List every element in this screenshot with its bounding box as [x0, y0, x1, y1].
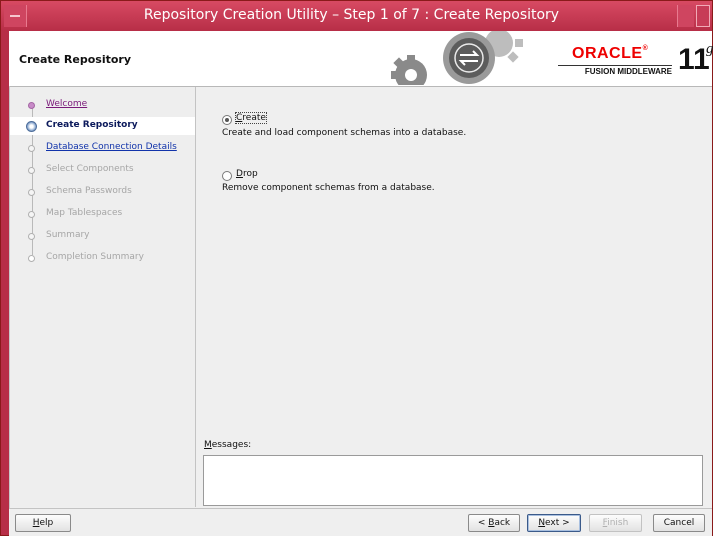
nav-step-summary: Summary [10, 227, 195, 245]
maximize-icon[interactable] [696, 5, 710, 27]
nav-step-label[interactable]: Database Connection Details [46, 142, 177, 152]
page-header: Create Repository ORACLE® FUSION MIDDLEW… [9, 31, 713, 87]
version-logo-suffix: g [706, 41, 713, 57]
step-current-icon [26, 121, 37, 132]
drop-radio[interactable] [222, 171, 232, 181]
window-menu-icon[interactable] [4, 5, 27, 27]
gears-graphic-icon [391, 31, 523, 85]
nav-step-label: Select Components [46, 164, 134, 174]
oracle-logo: ORACLE® [572, 45, 649, 62]
nav-step-schema-passwords: Schema Passwords [10, 183, 195, 201]
nav-step-label: Schema Passwords [46, 186, 132, 196]
version-logo: 11 [678, 43, 710, 76]
step-pending-icon [28, 211, 35, 218]
nav-step-welcome[interactable]: Welcome [10, 96, 195, 114]
window-left-border [1, 31, 9, 535]
installer-window: Repository Creation Utility – Step 1 of … [0, 0, 713, 536]
drop-option-label[interactable]: Drop [236, 169, 258, 179]
messages-label: Messages: [204, 440, 252, 450]
minimize-icon[interactable] [677, 5, 694, 27]
page-title: Create Repository [19, 53, 132, 66]
window-title: Repository Creation Utility – Step 1 of … [143, 7, 560, 23]
nav-step-completion-summary: Completion Summary [10, 249, 195, 267]
step-pending-icon [28, 189, 35, 196]
main-content: Create Create and load component schemas… [196, 87, 712, 507]
title-bar[interactable]: Repository Creation Utility – Step 1 of … [1, 1, 712, 31]
step-pending-icon [28, 233, 35, 240]
cancel-button[interactable]: Cancel [653, 514, 705, 532]
nav-step-database-connection[interactable]: Database Connection Details [10, 139, 195, 157]
nav-step-select-components: Select Components [10, 161, 195, 179]
step-pending-icon [28, 167, 35, 174]
nav-step-label[interactable]: Welcome [46, 99, 87, 109]
nav-step-label: Create Repository [46, 120, 138, 130]
nav-step-create-repository[interactable]: Create Repository [10, 117, 195, 135]
messages-area[interactable] [203, 455, 703, 506]
step-pending-icon [28, 145, 35, 152]
nav-step-label: Completion Summary [46, 252, 144, 262]
create-radio[interactable] [222, 115, 232, 125]
create-option-description: Create and load component schemas into a… [222, 128, 467, 138]
create-option-label[interactable]: Create [235, 112, 267, 124]
step-pending-icon [28, 255, 35, 262]
nav-step-label: Map Tablespaces [46, 208, 123, 218]
step-done-icon [28, 102, 35, 109]
finish-button: Finish [589, 514, 642, 532]
nav-step-label: Summary [46, 230, 90, 240]
back-button[interactable]: < Back [468, 514, 520, 532]
nav-step-map-tablespaces: Map Tablespaces [10, 205, 195, 223]
fusion-middleware-logo: FUSION MIDDLEWARE [558, 65, 672, 76]
next-button[interactable]: Next > [527, 514, 581, 532]
help-button[interactable]: Help [15, 514, 71, 532]
wizard-steps-nav: Welcome Create Repository Database Conne… [10, 87, 196, 507]
drop-option-description: Remove component schemas from a database… [222, 183, 435, 193]
button-bar: Help < Back Next > Finish Cancel [9, 508, 712, 536]
